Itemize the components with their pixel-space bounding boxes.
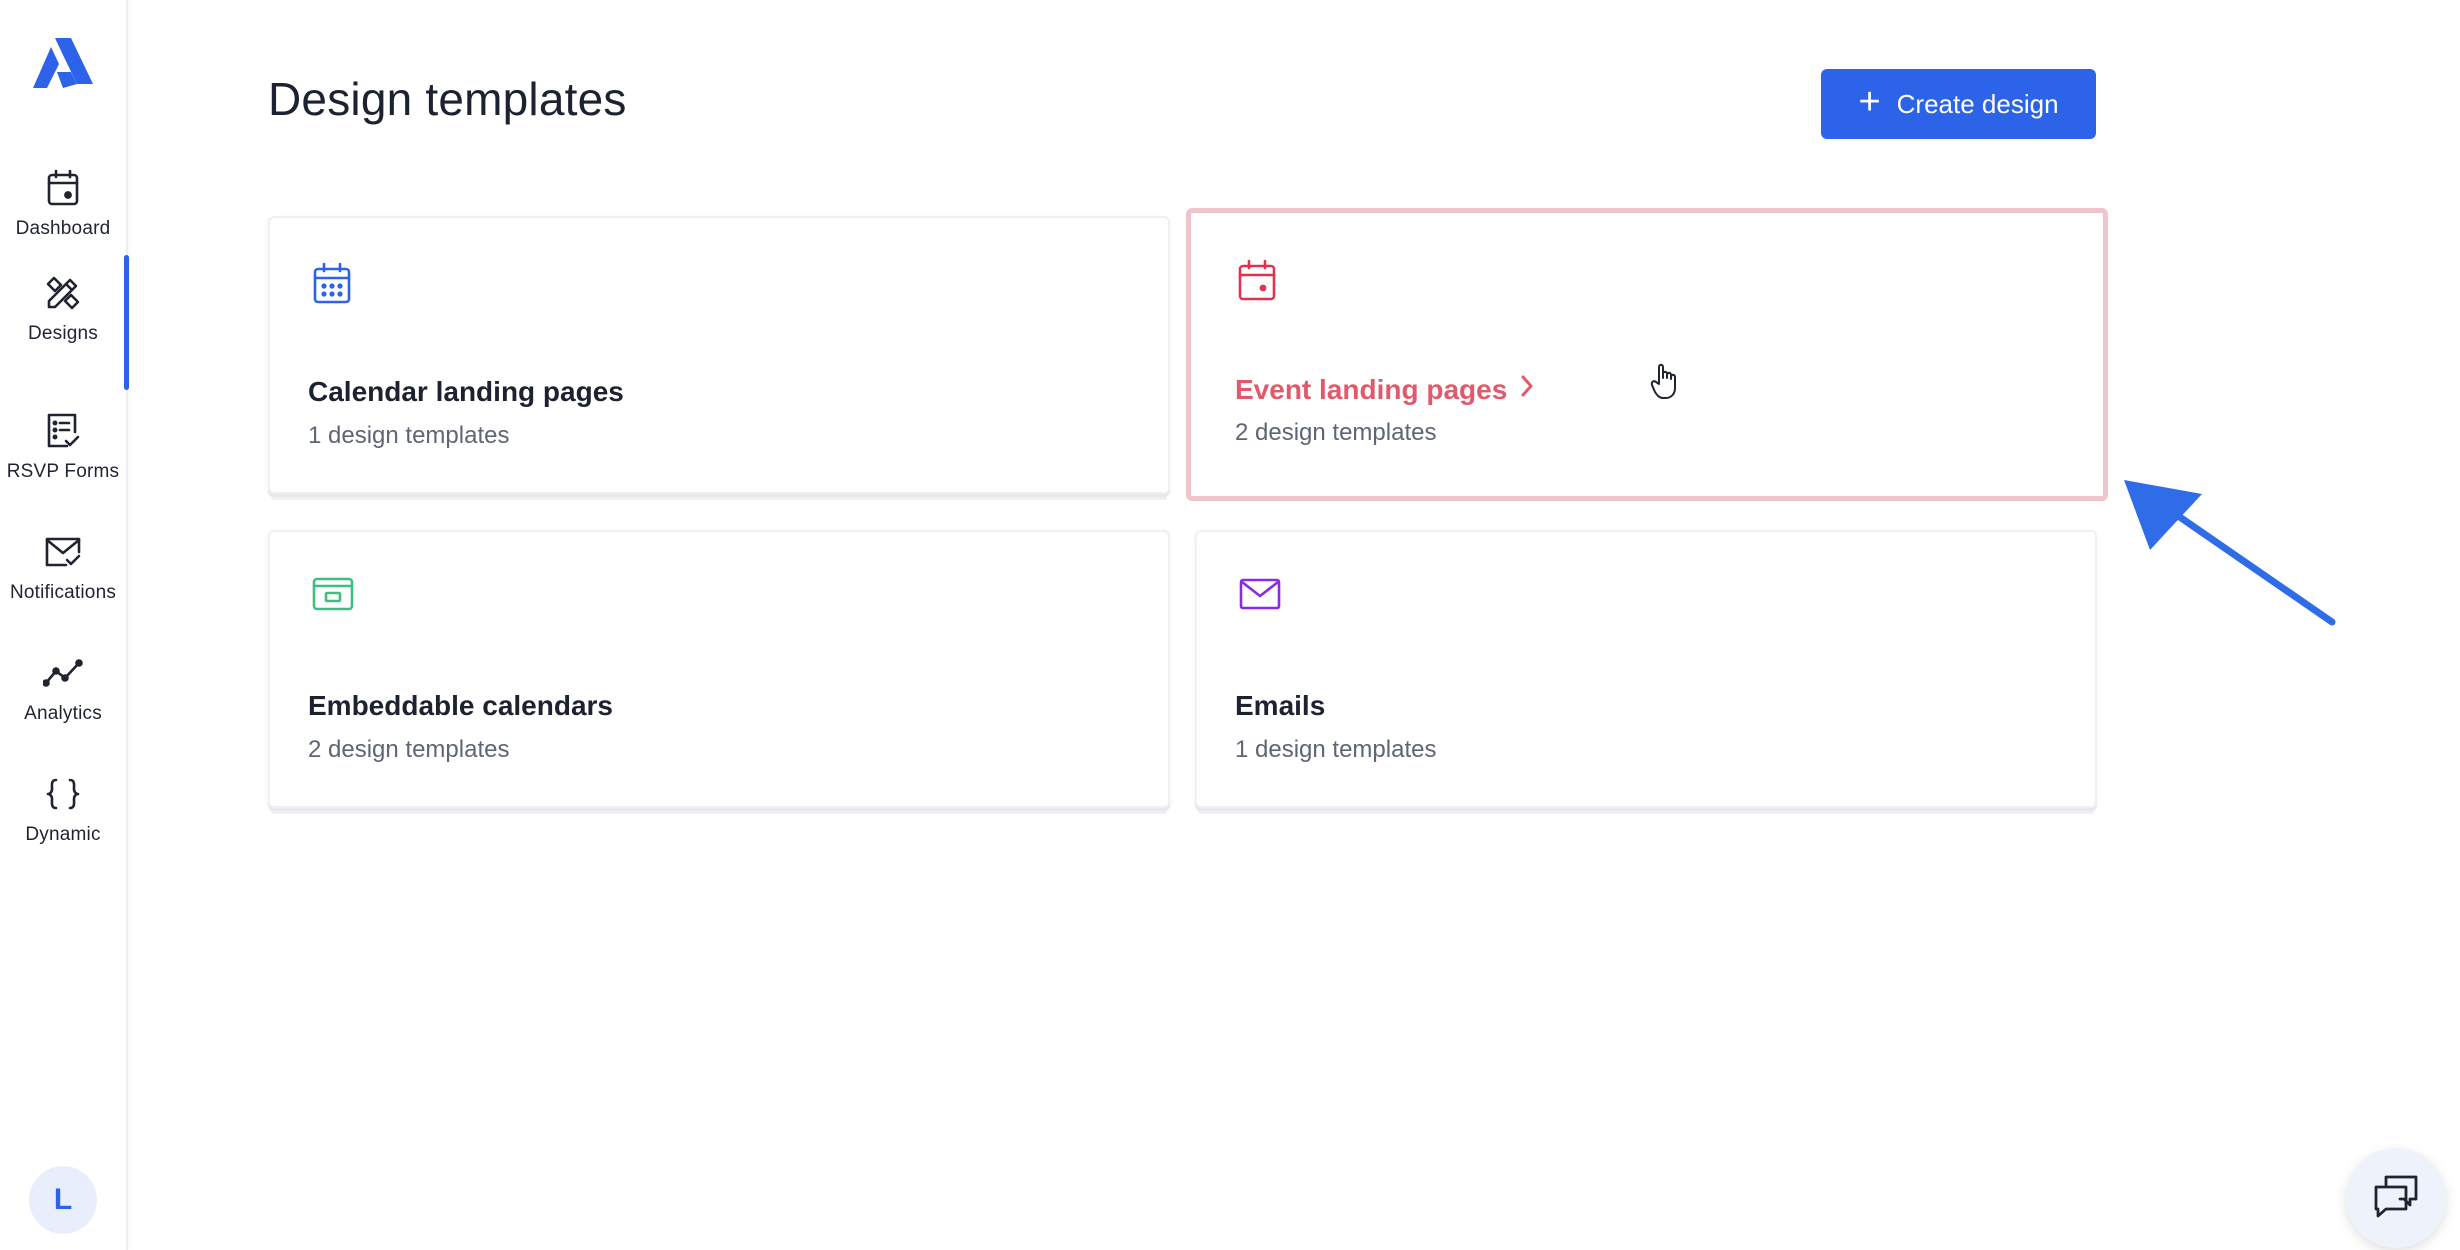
card-title-text: Emails xyxy=(1235,690,1326,721)
plus-icon: + xyxy=(1858,81,1881,123)
mail-icon xyxy=(1239,576,1283,620)
sidebar-item-label: Notifications xyxy=(9,582,117,603)
card-subtitle: 1 design templates xyxy=(308,422,510,449)
avatar[interactable]: L xyxy=(29,1166,97,1234)
card-calendar-landing-pages[interactable]: Calendar landing pages 1 design template… xyxy=(268,216,1170,494)
sidebar-item-label: Dashboard xyxy=(15,218,111,239)
sidebar-item-label: Designs xyxy=(27,323,99,344)
sidebar-item-dynamic[interactable]: Dynamic xyxy=(0,756,126,866)
chevron-right-icon xyxy=(1519,373,1535,406)
design-tools-icon xyxy=(43,273,83,313)
sidebar-item-dashboard[interactable]: Dashboard xyxy=(0,150,126,260)
card-subtitle: 2 design templates xyxy=(308,736,510,763)
card-title-text: Calendar landing pages xyxy=(308,376,624,407)
sidebar: Dashboard Designs RSVP Forms Notificatio… xyxy=(0,0,129,1250)
annotation-arrow-icon xyxy=(2110,470,2340,630)
card-title: Emails xyxy=(1235,690,1325,722)
sidebar-item-label: RSVP Forms xyxy=(6,461,120,482)
embed-window-icon xyxy=(312,576,356,620)
card-event-landing-pages[interactable]: Event landing pages 2 design templates xyxy=(1186,208,2108,501)
card-subtitle: 1 design templates xyxy=(1235,736,1437,763)
braces-icon xyxy=(43,774,83,814)
calendar-dot-icon xyxy=(43,168,83,208)
mail-check-icon xyxy=(43,532,83,572)
card-embeddable-calendars[interactable]: Embeddable calendars 2 design templates xyxy=(268,530,1170,808)
sidebar-item-analytics[interactable]: Analytics xyxy=(0,635,126,745)
hand-cursor-icon xyxy=(1650,362,1680,400)
create-design-label: Create design xyxy=(1896,88,2059,119)
calendar-dot-icon xyxy=(1237,259,1281,303)
chat-bubbles-icon xyxy=(2372,1173,2420,1224)
card-title: Calendar landing pages xyxy=(308,376,624,408)
calendar-grid-icon xyxy=(312,262,356,306)
sidebar-item-notifications[interactable]: Notifications xyxy=(0,514,126,624)
form-check-icon xyxy=(43,411,83,451)
card-title-text: Embeddable calendars xyxy=(308,690,614,721)
card-title-text: Event landing pages xyxy=(1235,373,1508,405)
chat-button[interactable] xyxy=(2346,1148,2446,1248)
card-subtitle: 2 design templates xyxy=(1235,419,1437,446)
card-emails[interactable]: Emails 1 design templates xyxy=(1195,530,2097,808)
line-chart-icon xyxy=(43,653,83,693)
sidebar-item-label: Analytics xyxy=(24,703,102,724)
sidebar-item-rsvp-forms[interactable]: RSVP Forms xyxy=(0,393,126,503)
sidebar-item-label: Dynamic xyxy=(25,824,101,845)
create-design-button[interactable]: + Create design xyxy=(1821,69,2096,139)
card-title: Embeddable calendars xyxy=(308,690,613,722)
sidebar-item-designs[interactable]: Designs xyxy=(0,255,129,390)
page-title: Design templates xyxy=(268,73,627,125)
logo-icon[interactable] xyxy=(33,38,93,92)
card-title: Event landing pages xyxy=(1235,373,1535,406)
